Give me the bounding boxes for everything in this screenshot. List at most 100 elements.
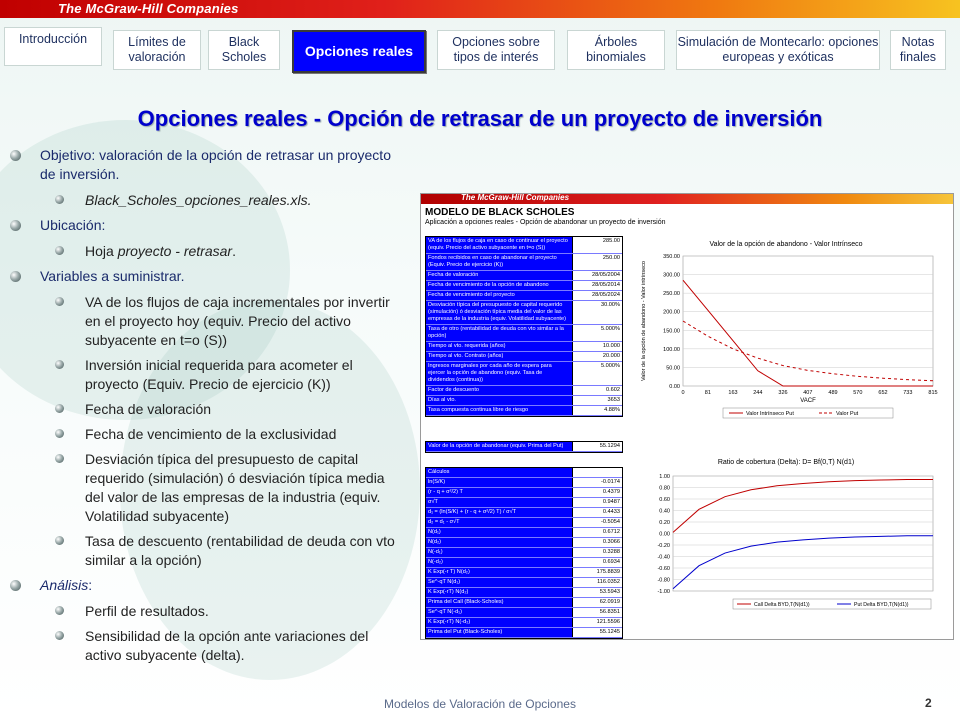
y-tick-label: 250.00: [663, 291, 680, 297]
tab-opciones-reales[interactable]: Opciones reales: [292, 30, 426, 73]
brand-logo: The McGraw-Hill Companies: [58, 1, 239, 16]
x-tick-label: 570: [853, 390, 862, 396]
variable-text: Inversión inicial requerida para acomete…: [85, 357, 353, 392]
variable-text: Desviación típica del presupuesto de cap…: [85, 451, 385, 524]
table-row: Tiempo al vto. requerida (años) 10.000: [426, 342, 622, 352]
x-tick-label: 244: [753, 390, 762, 396]
row-value: 285.00: [572, 237, 622, 253]
hoja-suffix: .: [232, 243, 236, 259]
page-number: 2: [925, 696, 932, 710]
y-tick-label: -0.40: [657, 555, 670, 561]
row-label: Ingresos marginales por cada año de espe…: [428, 363, 552, 383]
table-row: N(d₂) 0.3066: [426, 538, 622, 548]
row-label: Tasa de otro (rentabilidad de deuda con …: [428, 326, 564, 339]
y-tick-label: -1.00: [657, 589, 670, 595]
row-value: 121.5596: [572, 618, 622, 627]
row-label: Desviación típica del presupuesto de cap…: [428, 302, 566, 322]
row-value: 10.000: [572, 342, 622, 351]
chart-title: Valor de la opción de abandono - Valor I…: [709, 241, 862, 248]
calculations-table: Cálculos ln(S/K) -0.0174 (r - q + σ²/2) T 0.…: [425, 467, 623, 639]
tab-opciones-tipos-interes[interactable]: Opciones sobre tipos de interés: [437, 30, 555, 70]
put-value-label: Valor de la opción de abandonar (equiv. …: [428, 443, 564, 449]
bullet-icon: [10, 271, 21, 282]
y-tick-label: 0.00: [659, 532, 670, 538]
tab-notas-finales[interactable]: Notas finales: [890, 30, 946, 70]
variable-item: Inversión inicial requerida para acomete…: [10, 356, 405, 394]
hoja-name: proyecto - retrasar: [117, 243, 233, 259]
bullet-icon: [55, 454, 64, 463]
table-row: Días al vto. 3653: [426, 396, 622, 406]
row-label: VA de los flujos de caja en caso de cont…: [428, 238, 568, 251]
put-value: 55.1294: [572, 442, 622, 451]
y-axis-label: Valor de la opción de abandono - Valor i…: [641, 261, 647, 381]
bullet-icon: [55, 404, 64, 413]
sheet-banner: The McGraw-Hill Companies: [421, 193, 953, 204]
legend-label: Call Delta BYD,T(N(d1)): [754, 602, 810, 608]
row-label: Prima del Put (Black-Scholes): [428, 629, 503, 635]
table-row: Tasa de otro (rentabilidad de deuda con …: [426, 325, 622, 342]
table-row: Prima del Put (Black-Scholes) 55.1245: [426, 628, 622, 638]
bullet-list: Objetivo: valoración de la opción de ret…: [10, 146, 405, 671]
tab-label: Árboles binomiales: [586, 35, 646, 64]
table-row: Se^-qT N(d₁) 116.0352: [426, 578, 622, 588]
tab-black-scholes[interactable]: Black Scholes: [208, 30, 280, 70]
plot-area: [682, 255, 934, 387]
hoja-prefix: Hoja: [85, 243, 118, 259]
analisis-text: Perfil de resultados.: [85, 603, 209, 619]
analisis-colon: :: [88, 577, 93, 593]
bullet-icon: [55, 631, 64, 640]
row-value: 0.3288: [572, 548, 622, 557]
row-label: N(-d₂): [428, 559, 443, 565]
table-row: Factor de descuento 0.602: [426, 386, 622, 396]
row-value: 28/05/2024: [572, 291, 622, 300]
row-label: Tiempo al vto. requerida (años): [428, 343, 506, 349]
table-row: Fecha de vencimiento de la opción de aba…: [426, 281, 622, 291]
table-row: Ingresos marginales por cada año de espe…: [426, 362, 622, 386]
row-label: K Exp(-rT) N(d₂): [428, 589, 469, 595]
tab-introduccion[interactable]: Introducción: [4, 27, 102, 66]
table-row: VA de los flujos de caja en caso de cont…: [426, 237, 622, 254]
calc-header-row: Cálculos: [426, 468, 622, 478]
variable-text: VA de los flujos de caja incrementales p…: [85, 294, 390, 348]
row-label: Días al vto.: [428, 397, 456, 403]
y-tick-label: -0.20: [657, 543, 670, 549]
tab-limites-de-valoracion[interactable]: Límites de valoración: [113, 30, 201, 70]
table-row: N(d₁) 0.6712: [426, 528, 622, 538]
table-row: Tasa compuesta continua libre de riesgo 4…: [426, 406, 622, 416]
legend-label: Valor Intrínseco Put: [746, 411, 794, 417]
row-label: K Exp(-rT) N(-d₂): [428, 619, 471, 625]
bullet-icon: [55, 536, 64, 545]
page-title: Opciones reales - Opción de retrasar de …: [137, 106, 823, 131]
table-row: Fondos recibidos en caso de abandonar el…: [426, 254, 622, 271]
tab-label: Simulación de Montecarlo: opciones europ…: [677, 35, 879, 64]
x-tick-label: 81: [705, 390, 711, 396]
x-tick-label: 407: [803, 390, 812, 396]
row-value: 0.4379: [572, 488, 622, 497]
table-row: Desviación típica del presupuesto de cap…: [426, 301, 622, 325]
legend-label: Valor Put: [836, 411, 859, 417]
row-label: K Exp(-r T) N(d₂): [428, 569, 470, 575]
variables-label: Variables a suministrar.: [40, 268, 185, 284]
calc-header-empty: [572, 468, 622, 477]
row-value: 0.3066: [572, 538, 622, 547]
tab-arboles-binomiales[interactable]: Árboles binomiales: [567, 30, 665, 70]
y-tick-label: 0.40: [659, 509, 670, 515]
bullet-icon: [10, 150, 21, 161]
row-value: 20.000: [572, 352, 622, 361]
y-tick-label: 200.00: [663, 310, 680, 316]
footer-title: Modelos de Valoración de Opciones: [384, 697, 576, 711]
y-tick-label: 350.00: [663, 254, 680, 260]
bullet-icon: [10, 220, 21, 231]
y-tick-label: 1.00: [659, 474, 670, 480]
tab-label: Opciones sobre tipos de interés: [452, 35, 540, 64]
table-row: Fecha de valoración 28/05/2004: [426, 271, 622, 281]
bullet-icon: [55, 360, 64, 369]
abandon-value-chart: Valor de la opción de abandono - Valor I…: [641, 241, 938, 419]
row-value: 0.4433: [572, 508, 622, 517]
row-label: Se^-qT N(-d₁): [428, 609, 462, 615]
tab-simulacion-montecarlo[interactable]: Simulación de Montecarlo: opciones europ…: [676, 30, 880, 70]
row-value: -0.0174: [572, 478, 622, 487]
row-label: Factor de descuento: [428, 387, 479, 393]
top-banner: The McGraw-Hill Companies: [0, 0, 960, 18]
legend-label: Put Delta BYD,T(N(d1)): [854, 602, 909, 608]
